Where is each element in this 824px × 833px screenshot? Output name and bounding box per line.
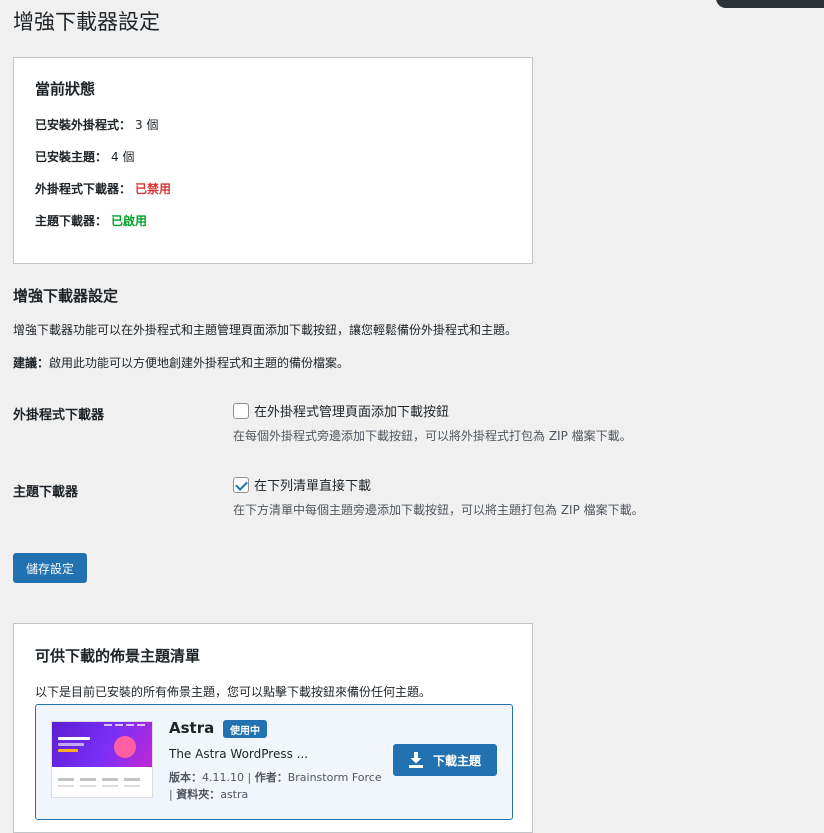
- admin-bar-corner: [716, 0, 824, 8]
- download-theme-label[interactable]: 下載主題: [433, 752, 481, 769]
- status-value: 4 個: [111, 150, 135, 164]
- themes-intro: 以下是目前已安裝的所有佈景主題，您可以點擊下載按鈕來備份任何主題。: [35, 685, 432, 699]
- plugin-downloader-option[interactable]: 在外掛程式管理頁面添加下載按鈕: [233, 401, 449, 420]
- status-value: 3 個: [135, 118, 159, 132]
- status-row-plugin-downloader: 外掛程式下載器： 已禁用: [35, 180, 171, 197]
- active-badge: 使用中: [223, 720, 267, 738]
- theme-name: Astra: [169, 719, 215, 737]
- theme-downloader-option[interactable]: 在下列清單直接下載: [233, 475, 371, 494]
- status-card: 當前狀態 已安裝外掛程式： 3 個 已安裝主題： 4 個 外掛程式下載器： 已禁用 主…: [13, 57, 533, 264]
- plugin-downloader-description: 在每個外掛程式旁邊添加下載按鈕，可以將外掛程式打包為 ZIP 檔案下載。: [233, 429, 632, 443]
- status-heading: 當前狀態: [35, 80, 96, 98]
- theme-screenshot-hero: [52, 722, 152, 767]
- status-label: 外掛程式下載器：: [35, 182, 132, 196]
- theme-downloader-label: 主題下載器: [13, 485, 79, 500]
- settings-heading: 增強下載器設定: [13, 287, 119, 305]
- version-label: 版本：: [169, 771, 202, 784]
- folder-value: astra: [220, 788, 249, 801]
- tip-label: 建議：: [13, 356, 50, 370]
- save-settings-button[interactable]: 儲存設定: [13, 553, 87, 583]
- tip-text: 啟用此功能可以方便地創建外掛程式和主題的備份檔案。: [49, 356, 350, 370]
- theme-meta: 版本：4.11.10 | 作者：Brainstorm Force | 資料夾：a…: [169, 771, 382, 801]
- plugin-downloader-checkbox[interactable]: [233, 402, 249, 419]
- theme-screenshot: [51, 721, 153, 798]
- version-value: 4.11.10: [202, 771, 244, 784]
- status-row-plugins: 已安裝外掛程式： 3 個: [35, 116, 158, 133]
- theme-downloader-description: 在下方清單中每個主題旁邊添加下載按鈕，可以將主題打包為 ZIP 檔案下載。: [233, 503, 644, 517]
- theme-downloader-checkbox[interactable]: [233, 476, 249, 493]
- status-label: 已安裝主題：: [35, 150, 108, 164]
- theme-item: Astra 使用中 The Astra WordPress ... 版本：4.1…: [35, 704, 513, 820]
- themes-heading: 可供下載的佈景主題清單: [35, 647, 201, 665]
- status-value-enabled: 已啟用: [111, 214, 148, 228]
- settings-description: 增強下載器功能可以在外掛程式和主題管理頁面添加下載按鈕，讓您輕鬆備份外掛程式和主…: [13, 323, 518, 337]
- status-value-disabled: 已禁用: [135, 182, 172, 196]
- status-row-theme-downloader: 主題下載器： 已啟用: [35, 212, 147, 229]
- download-icon: [408, 752, 423, 768]
- folder-label: 資料夾：: [176, 788, 221, 801]
- status-row-themes: 已安裝主題： 4 個: [35, 148, 134, 165]
- status-label: 已安裝外掛程式：: [35, 118, 132, 132]
- author-value: Brainstorm Force: [287, 771, 382, 784]
- download-theme-button[interactable]: 下載主題: [393, 744, 497, 776]
- settings-tip: 建議：啟用此功能可以方便地創建外掛程式和主題的備份檔案。: [13, 354, 349, 371]
- plugin-downloader-label: 外掛程式下載器: [13, 408, 105, 423]
- page-title: 增強下載器設定: [13, 10, 160, 34]
- plugin-downloader-checkbox-label[interactable]: 在外掛程式管理頁面添加下載按鈕: [254, 401, 449, 420]
- themes-card: 可供下載的佈景主題清單 以下是目前已安裝的所有佈景主題，您可以點擊下載按鈕來備份…: [13, 623, 533, 833]
- theme-downloader-checkbox-label[interactable]: 在下列清單直接下載: [254, 475, 371, 494]
- author-label: 作者：: [254, 771, 288, 784]
- theme-description: The Astra WordPress ...: [169, 747, 309, 761]
- status-label: 主題下載器：: [35, 214, 108, 228]
